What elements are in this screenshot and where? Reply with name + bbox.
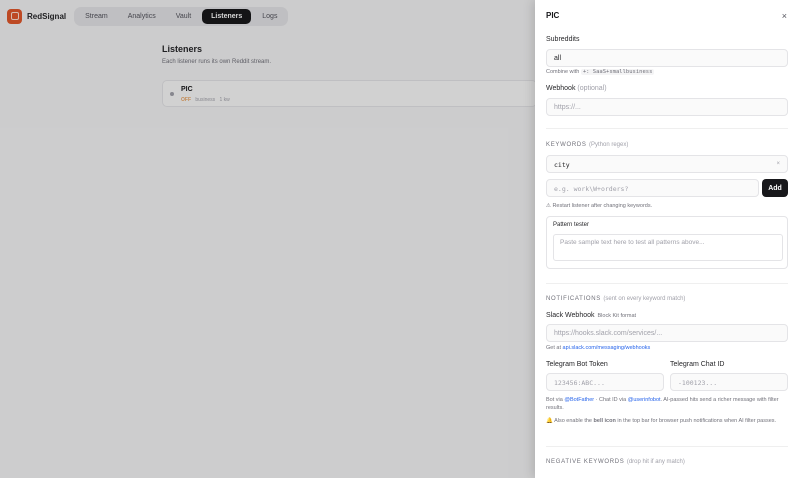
pattern-tester-textarea[interactable]: Paste sample text here to test all patte…	[553, 234, 783, 261]
close-icon[interactable]: ×	[782, 11, 787, 21]
keywords-heading: KEYWORDS (Python regex)	[546, 142, 629, 148]
userinfobot-link[interactable]: @userinfobot	[628, 397, 661, 403]
keyword-item: city ×	[546, 155, 788, 173]
negative-keywords-heading: NEGATIVE KEYWORDS (drop hit if any match…	[546, 459, 685, 465]
pattern-tester-title: Pattern tester	[553, 222, 590, 228]
keyword-input[interactable]: e.g. work\W+orders?	[546, 179, 759, 197]
panel-title: PIC	[546, 11, 560, 20]
divider	[546, 446, 788, 447]
divider	[546, 128, 788, 129]
listener-edit-panel: PIC × Subreddits all Combine with +: Saa…	[535, 0, 800, 478]
hint-code: +: SaaS+smallbusiness	[580, 69, 655, 75]
bell-note: 🔔 Also enable the bell icon in the top b…	[546, 418, 777, 424]
subreddits-hint: Combine with +: SaaS+smallbusiness	[546, 69, 655, 75]
subreddits-input[interactable]: all	[546, 49, 788, 67]
add-keyword-button[interactable]: Add	[762, 179, 788, 197]
telegram-token-input[interactable]: 123456:ABC...	[546, 373, 664, 391]
slack-help: Get at api.slack.com/messaging/webhooks	[546, 345, 651, 351]
botfather-link[interactable]: @BotFather	[564, 397, 594, 403]
telegram-token-label: Telegram Bot Token	[546, 361, 608, 368]
keyword-text: city	[554, 161, 570, 169]
telegram-help: Bot via @BotFather · Chat ID via @userin…	[546, 397, 779, 411]
slack-webhook-input[interactable]: https://hooks.slack.com/services/...	[546, 324, 788, 342]
telegram-chat-label: Telegram Chat ID	[670, 361, 725, 368]
notifications-heading: NOTIFICATIONS (sent on every keyword mat…	[546, 296, 686, 302]
slack-label: Slack Webhook Block Kit format	[546, 312, 637, 319]
webhook-label: Webhook (optional)	[546, 85, 607, 92]
webhook-input[interactable]: https://...	[546, 98, 788, 116]
divider	[546, 283, 788, 284]
pattern-tester: Pattern tester Paste sample text here to…	[546, 216, 788, 269]
restart-note: ⚠ Restart listener after changing keywor…	[546, 203, 653, 209]
remove-keyword-icon[interactable]: ×	[776, 161, 780, 167]
slack-docs-link[interactable]: api.slack.com/messaging/webhooks	[563, 345, 651, 351]
telegram-chat-input[interactable]: -100123...	[670, 373, 788, 391]
modal-backdrop[interactable]	[0, 0, 535, 478]
subreddits-label: Subreddits	[546, 36, 580, 43]
